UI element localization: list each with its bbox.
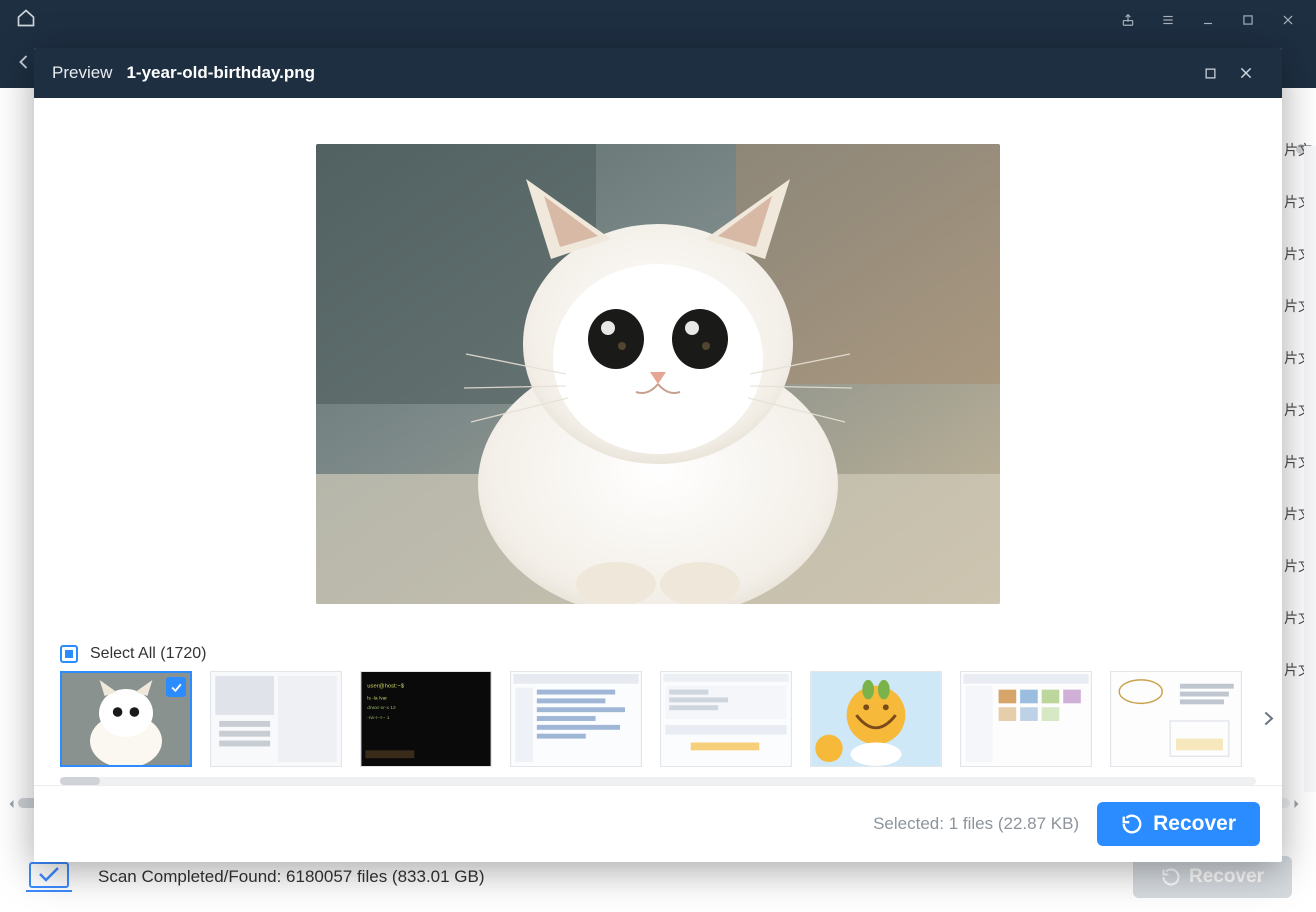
- thumbnail-item[interactable]: [960, 671, 1092, 767]
- thumbnail-item[interactable]: [510, 671, 642, 767]
- thumbnail-item[interactable]: [660, 671, 792, 767]
- thumbnail-item[interactable]: [210, 671, 342, 767]
- close-button[interactable]: [1268, 0, 1308, 40]
- home-icon[interactable]: [16, 8, 36, 33]
- bg-recover-button[interactable]: Recover: [1133, 856, 1292, 898]
- select-all-row: Select All (1720): [34, 637, 1282, 671]
- preview-modal: Preview 1-year-old-birthday.png: [34, 48, 1282, 862]
- preview-body: [34, 98, 1282, 637]
- svg-text:-rw-r--r-- 1: -rw-r--r-- 1: [367, 715, 389, 721]
- scroll-left-icon[interactable]: [6, 797, 18, 809]
- scan-complete-icon: [24, 859, 74, 895]
- share-icon[interactable]: [1108, 0, 1148, 40]
- selection-status: Selected: 1 files (22.87 KB): [873, 814, 1079, 834]
- minimize-button[interactable]: [1188, 0, 1228, 40]
- bg-vertical-scrollbar[interactable]: [1304, 146, 1316, 792]
- preview-footer: Selected: 1 files (22.87 KB) Recover: [34, 785, 1282, 862]
- thumbnail-item[interactable]: user@host:~$ ls -la /var drwxr-xr-x 12 -rw-…: [360, 671, 492, 767]
- check-icon: [166, 677, 186, 697]
- scroll-right-icon[interactable]: [1290, 797, 1302, 809]
- thumbnail-scrollbar[interactable]: [60, 777, 1256, 785]
- recover-label: Recover: [1153, 812, 1236, 836]
- preview-filename: 1-year-old-birthday.png: [126, 63, 315, 83]
- preview-maximize-button[interactable]: [1192, 55, 1228, 91]
- svg-text:drwxr-xr-x 12: drwxr-xr-x 12: [367, 705, 396, 711]
- thumbnail-item[interactable]: [1110, 671, 1242, 767]
- menu-icon[interactable]: [1148, 0, 1188, 40]
- select-all-label: Select All (1720): [90, 645, 207, 663]
- preview-header: Preview 1-year-old-birthday.png: [34, 48, 1282, 98]
- next-thumbnails-button[interactable]: [1260, 707, 1276, 736]
- main-titlebar: [0, 0, 1316, 40]
- svg-text:user@host:~$: user@host:~$: [367, 684, 404, 690]
- preview-title: Preview: [52, 63, 112, 83]
- scan-status-text: Scan Completed/Found: 6180057 files (833…: [98, 867, 485, 887]
- preview-main-image: [316, 144, 1000, 604]
- recover-button[interactable]: Recover: [1097, 802, 1260, 846]
- thumbnail-strip: user@host:~$ ls -la /var drwxr-xr-x 12 -rw-…: [34, 671, 1282, 771]
- select-all-checkbox[interactable]: [60, 645, 78, 663]
- svg-text:ls -la /var: ls -la /var: [367, 695, 387, 701]
- back-icon[interactable]: [16, 53, 34, 76]
- thumbnail-item[interactable]: [810, 671, 942, 767]
- thumbnail-scroll-thumb[interactable]: [60, 777, 100, 785]
- thumbnail-item[interactable]: [60, 671, 192, 767]
- maximize-button[interactable]: [1228, 0, 1268, 40]
- preview-close-button[interactable]: [1228, 55, 1264, 91]
- bg-recover-label: Recover: [1189, 866, 1264, 888]
